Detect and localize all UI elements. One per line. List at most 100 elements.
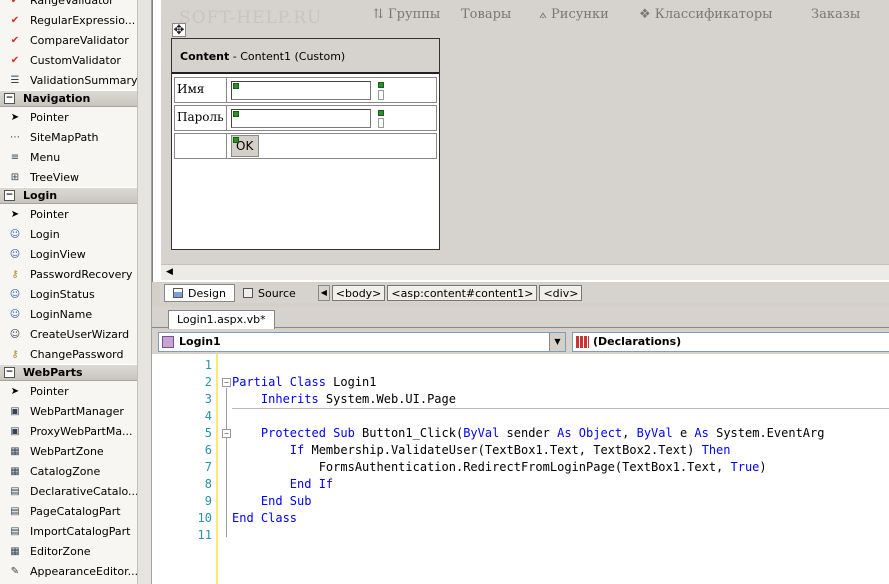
validator-marker-icon: [378, 110, 384, 116]
master-logo-text: SOFT-HELP.RU: [179, 8, 323, 28]
webpart-icon: ▣: [10, 425, 20, 437]
validator-marker-icon: [378, 82, 384, 88]
class-dropdown[interactable]: Login1 ▼: [158, 332, 566, 352]
line-number: 11: [197, 528, 212, 542]
master-nav-item: ⇅ Группы: [373, 7, 441, 22]
toolbox-item[interactable]: ➤ Pointer: [0, 107, 151, 127]
toolbox-item[interactable]: ⊞ TreeView: [0, 167, 151, 187]
toolbox-item-label: Pointer: [30, 207, 69, 221]
collapse-region-icon[interactable]: −: [222, 378, 231, 387]
toolbox-item[interactable]: ▦ WebPartZone: [0, 441, 151, 461]
toolbox-item-label: WebPartZone: [30, 444, 104, 458]
member-dropdown[interactable]: (Declarations): [572, 332, 889, 352]
line-number: 5: [204, 426, 212, 440]
toolbox-item[interactable]: ✎ AppearanceEditor...: [0, 561, 151, 581]
code-line[interactable]: FormsAuthentication.RedirectFromLoginPag…: [232, 460, 767, 474]
toolbox-item[interactable]: ✔ CompareValidator: [0, 30, 151, 50]
toolbox-item-label: LoginView: [30, 247, 86, 261]
toolbox-item[interactable]: ☰ ValidationSummary: [0, 70, 151, 90]
toolbox-item[interactable]: ☺ LoginName: [0, 304, 151, 324]
toolbox-item-label: WebPartManager: [30, 404, 124, 418]
validator-icon: ✔: [10, 14, 20, 26]
toolbox-item[interactable]: ☺ CreateUserWizard: [0, 324, 151, 344]
code-line[interactable]: If Membership.ValidateUser(TextBox1.Text…: [232, 443, 731, 457]
code-line[interactable]: Inherits System.Web.UI.Page: [232, 392, 456, 406]
tab-login1-vb[interactable]: Login1.aspx.vb*: [168, 310, 275, 329]
toolbox-item[interactable]: ≡ Menu: [0, 147, 151, 167]
code-line[interactable]: End Sub: [232, 494, 312, 508]
scroll-left-icon[interactable]: ◀: [163, 266, 176, 279]
toolbox-item[interactable]: ☺ LoginStatus: [0, 284, 151, 304]
declarations-icon: [576, 336, 589, 348]
design-surface[interactable]: SOFT-HELP.RU ⇅ Группы Товары ⟑ Рисунки ❖ Кл…: [152, 0, 889, 282]
toolbox-group-label: WebParts: [23, 366, 83, 379]
toolbox-item[interactable]: ▦ EditorZone: [0, 541, 151, 561]
breadcrumb-item[interactable]: <asp:content#content1>: [387, 285, 538, 301]
move-handle-icon[interactable]: ✥: [172, 23, 186, 38]
code-line[interactable]: End Class: [232, 511, 297, 525]
line-number: 9: [204, 494, 212, 508]
toolbox-item-label: TreeView: [30, 170, 80, 184]
toolbox-item[interactable]: ✔ RangeValidator: [0, 0, 151, 10]
toolbox-item[interactable]: ▤ ImportCatalogPart: [0, 521, 151, 541]
code-line[interactable]: Protected Sub Button1_Click(ByVal sender…: [232, 426, 825, 440]
collapse-region-icon[interactable]: −: [222, 429, 231, 438]
line-number: 2: [204, 375, 212, 389]
toolbox-item-label: AppearanceEditor...: [30, 564, 139, 578]
toolbox-item-label: LoginName: [30, 307, 93, 321]
toolbox-item[interactable]: ▤ DeclarativeCatalo...: [0, 481, 151, 501]
toolbox-item[interactable]: ✔ CustomValidator: [0, 50, 151, 70]
document-tabs: Login1.aspx.vb*: [152, 307, 889, 329]
content-placeholder[interactable]: Content - Content1 (Custom) Имя Пароль O…: [171, 38, 440, 250]
source-tab[interactable]: Source: [235, 284, 304, 302]
toolbox-panel: ✔ RangeValidator ✔ RegularExpressio... ✔ Comp…: [0, 0, 152, 584]
catalog-icon: ▤: [10, 525, 20, 537]
zone-icon: ▦: [10, 445, 20, 457]
password-textbox[interactable]: [231, 109, 371, 128]
pointer-icon: ➤: [10, 111, 20, 123]
toolbox-item-label: PageCatalogPart: [30, 504, 121, 518]
toolbox-item[interactable]: ⚷ PasswordRecovery: [0, 264, 151, 284]
toolbox-item[interactable]: ▣ WebPartManager: [0, 401, 151, 421]
breadcrumb: <body> <asp:content#content1> <div>: [331, 285, 585, 301]
login-icon: ☺: [9, 228, 21, 240]
toolbox-item[interactable]: ➤ Pointer: [0, 204, 151, 224]
horizontal-scrollbar[interactable]: ◀: [161, 264, 889, 280]
toolbox-scrollbar[interactable]: [137, 0, 151, 584]
code-editor[interactable]: 1 2 3 4 5 6 7 8 9 10 11 Partial Class Login1 Inher…: [152, 354, 889, 584]
toolbox-item[interactable]: ➤ Pointer: [0, 381, 151, 401]
editor-icon: ✎: [10, 565, 20, 577]
username-textbox[interactable]: [231, 81, 371, 100]
code-line[interactable]: Partial Class Login1: [232, 375, 377, 389]
crumb-back-icon[interactable]: ◀: [317, 285, 330, 301]
line-number: 4: [204, 409, 212, 423]
toolbox-item[interactable]: ⚷ ChangePassword: [0, 344, 151, 364]
class-icon: [162, 336, 174, 348]
breadcrumb-item[interactable]: <body>: [331, 285, 386, 301]
code-line[interactable]: End If: [232, 477, 333, 491]
toolbox-item[interactable]: ⋯ SiteMapPath: [0, 127, 151, 147]
smart-tag-icon: [233, 137, 239, 143]
validator-box: [378, 118, 384, 128]
validator-box: [378, 90, 384, 100]
ok-button[interactable]: OK: [231, 135, 259, 157]
empty-cell: [175, 134, 227, 158]
toolbox-item[interactable]: ▣ ProxyWebPartMa...: [0, 421, 151, 441]
toolbox-item[interactable]: ▦ CatalogZone: [0, 461, 151, 481]
toolbox-item[interactable]: ☺ Login: [0, 224, 151, 244]
line-number: 6: [204, 443, 212, 457]
toolbox-item[interactable]: ✔ RegularExpressio...: [0, 10, 151, 30]
zone-icon: ▦: [10, 545, 20, 557]
toolbox-item[interactable]: ☺ LoginView: [0, 244, 151, 264]
toolbox-group-login[interactable]: − Login: [0, 187, 151, 204]
design-tab[interactable]: Design: [164, 284, 235, 302]
class-dropdown-value: Login1: [179, 335, 221, 348]
toolbox-group-navigation[interactable]: − Navigation: [0, 90, 151, 107]
user-add-icon: ☺: [9, 328, 21, 340]
toolbox-item-label: RangeValidator: [30, 0, 114, 7]
toolbox-group-webparts[interactable]: − WebParts: [0, 364, 151, 381]
toolbox-item-label: CatalogZone: [30, 464, 101, 478]
toolbox-item[interactable]: ▤ PageCatalogPart: [0, 501, 151, 521]
login-icon: ☺: [9, 288, 21, 300]
breadcrumb-item[interactable]: <div>: [539, 285, 583, 301]
